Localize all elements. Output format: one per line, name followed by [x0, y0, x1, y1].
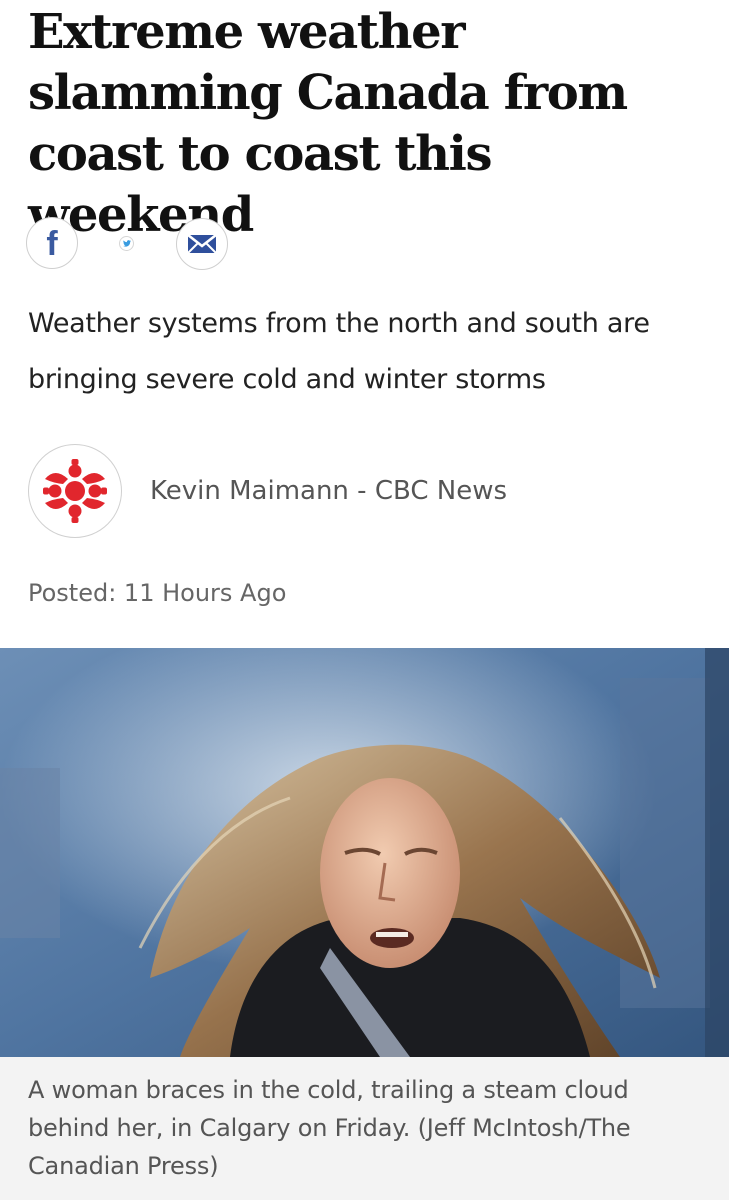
outlet-logo[interactable]: [28, 444, 122, 538]
photo-caption: A woman braces in the cold, trailing a s…: [28, 1076, 631, 1180]
posted-time: Posted: 11 Hours Ago: [28, 579, 287, 607]
email-icon: [187, 234, 217, 254]
article-headline: Extreme weather slamming Canada from coa…: [28, 4, 628, 243]
twitter-icon: [122, 240, 131, 247]
article: Extreme weather slamming Canada from coa…: [0, 0, 729, 1200]
twitter-share-button[interactable]: [119, 236, 134, 251]
author-name[interactable]: Kevin Maimann - CBC News: [150, 474, 507, 508]
email-share-button[interactable]: [176, 218, 228, 270]
article-photo[interactable]: [0, 648, 729, 1057]
facebook-icon: f: [46, 225, 58, 263]
facebook-share-button[interactable]: f: [26, 217, 78, 269]
photo-caption-box: A woman braces in the cold, trailing a s…: [0, 1057, 729, 1200]
cbc-gem-icon: [43, 459, 107, 523]
article-subhead: Weather systems from the north and south…: [28, 308, 650, 395]
woman-in-wind-image: [0, 648, 729, 1057]
